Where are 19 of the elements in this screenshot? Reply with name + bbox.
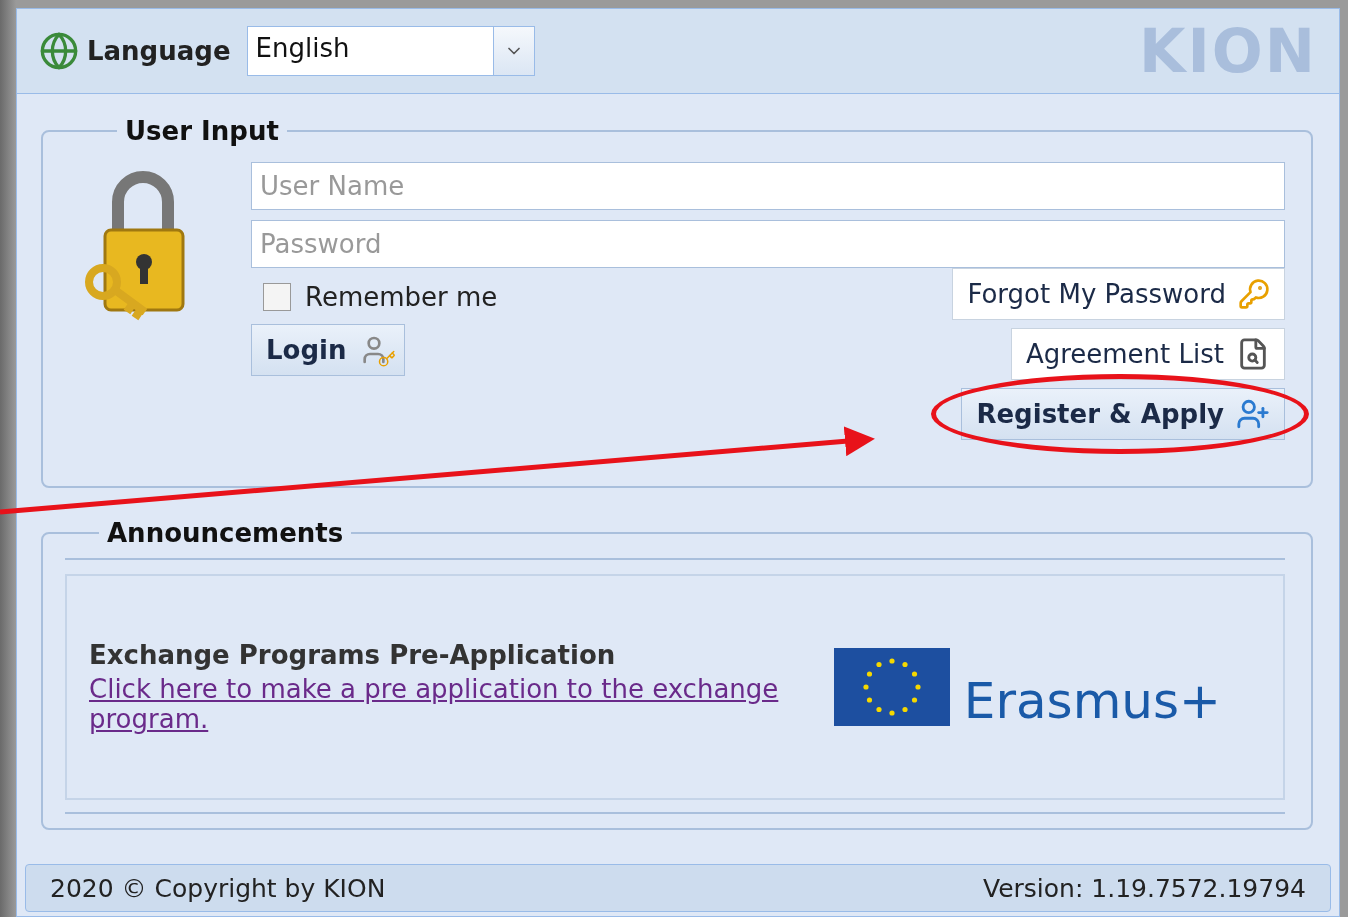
announcement-title: Exchange Programs Pre-Application bbox=[89, 640, 617, 670]
flag-icon bbox=[833, 648, 950, 726]
key-icon bbox=[1238, 278, 1270, 310]
agreement-list-button[interactable]: Agreement List bbox=[1010, 328, 1285, 380]
language-dropdown[interactable]: English bbox=[246, 26, 535, 76]
globe-icon bbox=[39, 31, 79, 71]
register-button[interactable]: Register & Apply bbox=[961, 388, 1285, 440]
user-plus-icon bbox=[1236, 397, 1270, 431]
copyright-text: 2020 © Copyright by KION bbox=[50, 873, 386, 903]
forgot-password-button[interactable]: Forgot My Password bbox=[952, 268, 1285, 320]
version-text: Version: 1.19.7572.19794 bbox=[983, 873, 1306, 903]
announcement-link[interactable]: Click here to make a pre application to the exchange program. bbox=[89, 674, 809, 734]
password-field[interactable]: Password bbox=[251, 220, 1285, 268]
erasmus-logo-text: Erasmus+ bbox=[963, 676, 1221, 726]
group-title: User Input bbox=[124, 116, 280, 146]
remember-me-checkbox[interactable]: Remember me bbox=[251, 278, 510, 316]
username-field[interactable]: User Name bbox=[251, 162, 1285, 210]
group-title: Announcements bbox=[106, 518, 345, 548]
language-label: Language bbox=[87, 36, 231, 66]
